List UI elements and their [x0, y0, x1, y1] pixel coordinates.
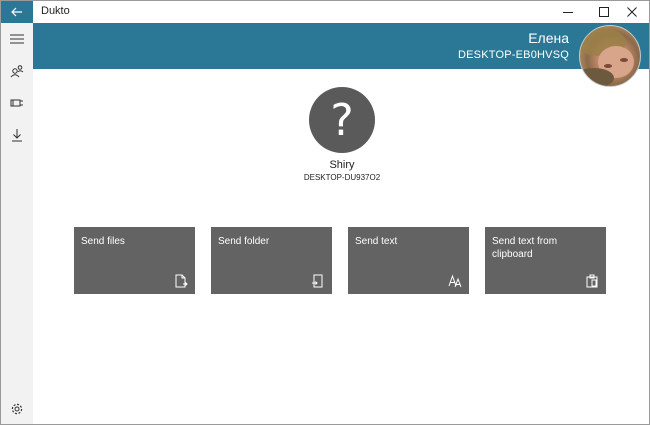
hamburger-menu-icon: [10, 34, 24, 44]
unknown-question-icon: ?: [330, 94, 354, 146]
send-file-icon: [175, 274, 188, 288]
minimize-button[interactable]: [551, 1, 585, 23]
tile-label: Send text from clipboard: [492, 236, 558, 260]
app-window: Dukto Елена DESKTOP-EB0HVSQ ? Shiry DESK…: [0, 0, 650, 425]
sidebar-item-received[interactable]: [7, 125, 27, 145]
clipboard-icon: [586, 274, 598, 288]
user-photo: [580, 28, 634, 86]
settings-gear-icon: [11, 403, 23, 415]
back-arrow-icon: [11, 7, 22, 17]
tile-label: Send text: [355, 236, 398, 247]
close-icon: [627, 7, 637, 17]
sidebar-item-buddies[interactable]: [7, 61, 27, 81]
maximize-icon: [599, 7, 609, 17]
close-button[interactable]: [615, 1, 649, 23]
user-host: DESKTOP-EB0HVSQ: [458, 49, 569, 61]
title-bar: Dukto: [1, 1, 649, 23]
download-icon: [12, 129, 22, 142]
user-name: Елена: [528, 30, 569, 46]
settings-button[interactable]: [7, 399, 27, 419]
sidebar: [1, 23, 33, 424]
peer-host: DESKTOP-DU937O2: [303, 173, 381, 182]
peer-name: Shiry: [329, 159, 355, 171]
text-icon: [448, 274, 462, 288]
hamburger-menu-button[interactable]: [7, 29, 27, 49]
peer-avatar: ?: [309, 87, 375, 153]
back-button[interactable]: [1, 1, 33, 23]
window-title: Dukto: [41, 5, 70, 17]
ip-address-icon: [10, 99, 23, 107]
send-text-button[interactable]: Send text: [348, 227, 469, 294]
send-folder-icon: [312, 274, 323, 288]
tile-label: Send files: [81, 236, 125, 247]
avatar[interactable]: [579, 25, 641, 87]
sidebar-item-ip-addresses[interactable]: [7, 93, 27, 113]
profile-header: Елена DESKTOP-EB0HVSQ: [33, 23, 649, 69]
send-files-button[interactable]: Send files: [74, 227, 195, 294]
send-clipboard-button[interactable]: Send text from clipboard: [485, 227, 606, 294]
minimize-icon: [563, 12, 573, 13]
tile-label: Send folder: [218, 236, 270, 247]
send-folder-button[interactable]: Send folder: [211, 227, 332, 294]
buddies-icon: [10, 65, 24, 78]
